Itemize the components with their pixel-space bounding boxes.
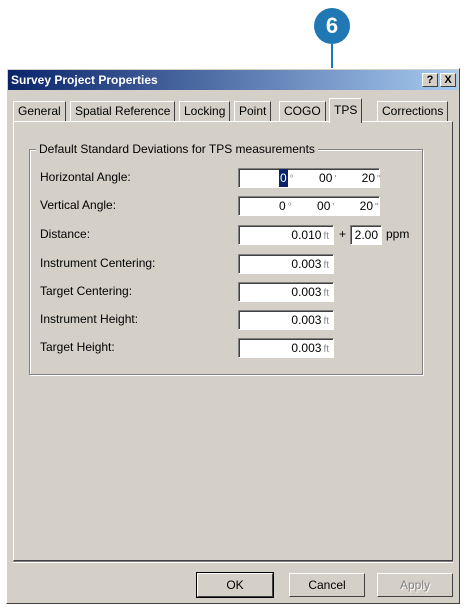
horizontal-angle-minutes[interactable]: 00 [319, 169, 332, 187]
vertical-angle-degrees[interactable]: 0 [279, 197, 286, 215]
tab-general[interactable]: General [13, 101, 66, 121]
tab-spatial-reference[interactable]: Spatial Reference [70, 101, 176, 121]
target-height-field[interactable]: 0.003 ft [238, 338, 334, 358]
vertical-angle-field[interactable]: 0 ° 00 ' 20 " [238, 196, 380, 216]
survey-project-properties-dialog: Survey Project Properties ? X General Sp… [6, 68, 460, 604]
group-title: Default Standard Deviations for TPS meas… [36, 142, 318, 156]
target-centering-field[interactable]: 0.003 ft [238, 282, 334, 302]
vertical-angle-label: Vertical Angle: [40, 198, 117, 212]
instrument-centering-field[interactable]: 0.003 ft [238, 254, 334, 274]
vertical-angle-minutes[interactable]: 00 [317, 197, 330, 215]
horizontal-angle-seconds[interactable]: 20 [362, 169, 375, 187]
title-bar[interactable]: Survey Project Properties ? X [8, 70, 458, 90]
help-button[interactable]: ? [422, 73, 438, 87]
ppm-unit-label: ppm [386, 227, 410, 241]
ok-button[interactable]: OK [196, 572, 274, 598]
target-centering-label: Target Centering: [40, 284, 133, 298]
cancel-button[interactable]: Cancel [289, 573, 365, 597]
button-separator [13, 561, 453, 563]
distance-unit: ft [323, 231, 329, 242]
distance-ppm-field[interactable]: 2.00 [350, 225, 382, 245]
apply-button[interactable]: Apply [377, 573, 453, 597]
window-title: Survey Project Properties [11, 73, 158, 87]
tab-corrections[interactable]: Corrections [377, 101, 449, 121]
distance-value: 0.010 [291, 228, 322, 242]
close-button[interactable]: X [440, 73, 456, 87]
instrument-height-field[interactable]: 0.003 ft [238, 310, 334, 330]
tab-tps[interactable]: TPS [329, 98, 363, 123]
instrument-centering-label: Instrument Centering: [40, 256, 156, 270]
horizontal-angle-field[interactable]: 0 ° 00 ' 20 " [238, 168, 381, 188]
horizontal-angle-label: Horizontal Angle: [40, 170, 131, 184]
horizontal-angle-degrees[interactable]: 0 [279, 169, 288, 187]
tab-point[interactable]: Point [234, 101, 272, 121]
instrument-height-label: Instrument Height: [40, 312, 139, 326]
step-callout-badge: 6 [314, 8, 350, 44]
tps-std-dev-group: Default Standard Deviations for TPS meas… [29, 142, 423, 375]
distance-field[interactable]: 0.010 ft [238, 225, 334, 245]
tab-locking[interactable]: Locking [179, 101, 231, 121]
plus-sign: + [339, 227, 347, 241]
distance-label: Distance: [40, 227, 91, 241]
tab-strip: General Spatial Reference Locking Point … [13, 98, 453, 123]
target-height-label: Target Height: [40, 340, 115, 354]
tab-cogo[interactable]: COGO [279, 101, 326, 121]
vertical-angle-seconds[interactable]: 20 [360, 197, 373, 215]
